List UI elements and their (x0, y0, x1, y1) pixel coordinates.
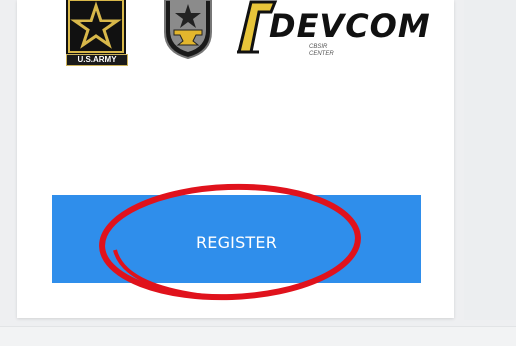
devcom-subtitle-line2: CENTER (309, 51, 334, 57)
devcom-subtitle-line1: CBSIR (309, 44, 328, 50)
us-army-logo: U.S.ARMY (63, 0, 135, 70)
page: U.S.ARMY DEVCOM CBSIR CENTER REGISTER (0, 0, 516, 346)
devcom-subtitle: CBSIR CENTER (309, 44, 334, 58)
army-logo-text: U.S.ARMY (66, 54, 128, 66)
devcom-wordmark: DEVCOM (269, 7, 431, 45)
anvil-insignia-icon (164, 0, 212, 60)
register-card: U.S.ARMY DEVCOM CBSIR CENTER REGISTER (17, 0, 454, 318)
background-strip (464, 0, 516, 320)
devcom-logo: DEVCOM CBSIR CENTER (229, 0, 431, 62)
register-button-label: REGISTER (195, 233, 278, 252)
register-button[interactable]: REGISTER (52, 195, 421, 283)
logo-row: U.S.ARMY DEVCOM CBSIR CENTER (17, 0, 454, 75)
anvil-logo (157, 0, 219, 60)
footer-band (0, 326, 516, 346)
